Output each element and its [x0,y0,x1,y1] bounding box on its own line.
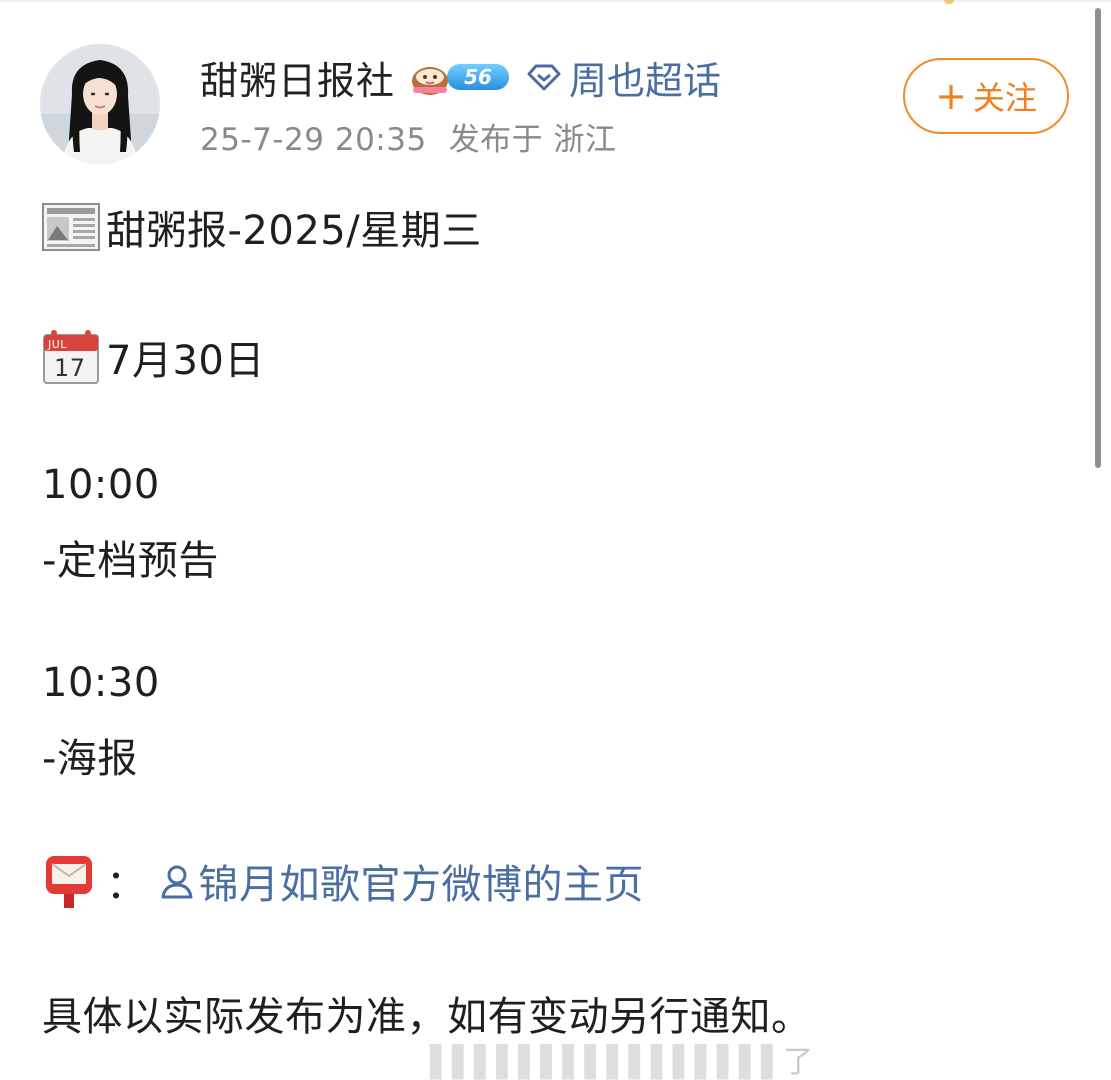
top-accent-mark [944,0,954,4]
user-level-badge[interactable]: 56 [409,57,517,97]
notice-text: 具体以实际发布为准，如有变动另行通知。 [42,994,812,1040]
headline-line: 甜粥报-2025/星期三 [42,198,482,256]
follow-button[interactable]: + 关注 [903,58,1069,134]
post-timestamp: 25-7-29 20:35 [200,122,427,158]
follow-label: 关注 [972,79,1037,117]
plus-icon: + [935,74,967,118]
schedule-desc-1: -定档预告 [42,528,219,586]
newspaper-icon [42,203,100,251]
weibo-post-page: 甜粥日报社 56 周也超话 25-7-29 20:35 发布于 浙江 + 关注 … [0,0,1111,1080]
profile-link[interactable]: 锦月如歌官方微博的主页 [159,852,645,910]
schedule-time-1: 10:00 [42,462,160,508]
svg-text:17: 17 [54,354,86,382]
super-topic-label: 周也超话 [569,58,722,103]
post-meta: 25-7-29 20:35 发布于 浙江 [200,114,617,159]
desc-1: -定档预告 [42,538,219,584]
faded-watermark-text: ▌▌▌▌▌▌▌▌▌▌▌▌▌▌▌▌了 [430,1045,816,1080]
super-topic-link[interactable]: 周也超话 [527,50,721,105]
author-name[interactable]: 甜粥日报社 [200,50,395,105]
postbox-icon [46,856,92,908]
profile-link-label: 锦月如歌官方微博的主页 [198,862,644,908]
author-avatar[interactable] [40,44,160,164]
desc-2: -海报 [42,736,138,782]
calendar-icon: JUL 17 [43,330,99,384]
svg-text:JUL: JUL [47,338,67,351]
scrollbar[interactable] [1095,8,1101,468]
source-line: ： 锦月如歌官方微博的主页 [42,852,644,910]
level-number: 56 [447,64,510,90]
notice-line: 具体以实际发布为准，如有变动另行通知。 [42,984,812,1042]
schedule-desc-2: -海报 [42,726,138,784]
faded-tail: 了 [783,1045,816,1080]
time-1: 10:00 [42,462,160,508]
author-row: 甜粥日报社 56 周也超话 [200,50,721,104]
date-text: 7月30日 [106,338,265,384]
schedule-time-2: 10:30 [42,660,160,706]
time-2: 10:30 [42,660,160,706]
diamond-icon [527,64,561,91]
post-location: 发布于 浙江 [448,122,617,158]
colon-text: ： [106,862,147,908]
date-line: JUL 17 7月30日 [42,328,265,386]
person-icon [161,865,192,899]
headline-text: 甜粥报-2025/星期三 [106,208,482,254]
coconut-icon [412,67,449,95]
